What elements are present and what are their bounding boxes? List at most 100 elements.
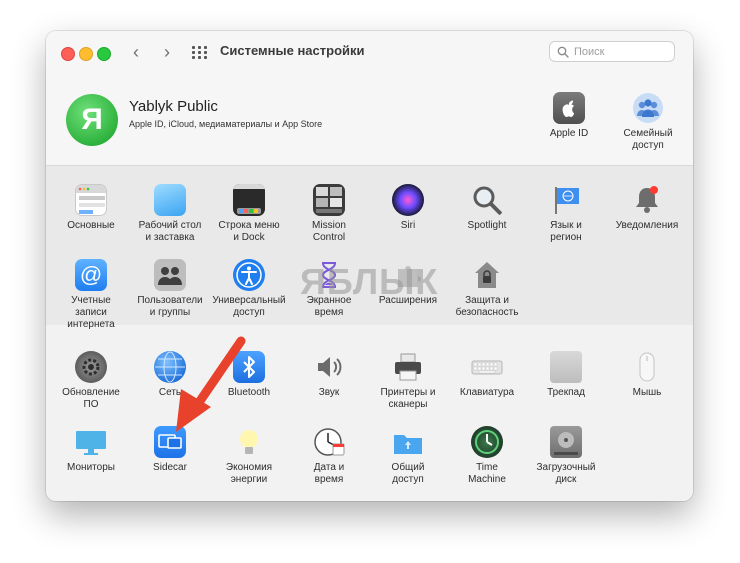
pane-label: Учетные записи интернета bbox=[67, 295, 115, 330]
pane-bluetooth[interactable]: Bluetooth bbox=[209, 351, 289, 399]
pane-mission-control[interactable]: Mission Control bbox=[289, 184, 369, 244]
pane-label: Мониторы bbox=[67, 462, 115, 473]
accessibility-icon bbox=[233, 259, 265, 291]
pane-label: Клавиатура bbox=[459, 387, 515, 398]
apple-id-icon bbox=[553, 92, 585, 124]
watermark: ЯБЛЫК bbox=[300, 261, 439, 302]
pane-label: Bluetooth bbox=[227, 387, 271, 398]
pane-label: Трекпад bbox=[547, 387, 585, 398]
printer-icon bbox=[392, 351, 424, 383]
pane-label: Семейный доступ bbox=[623, 128, 673, 151]
users-icon bbox=[154, 259, 186, 291]
titlebar: ‹ › Системные настройки bbox=[46, 31, 693, 73]
pane-label: Mission Control bbox=[312, 220, 346, 243]
window-title: Системные настройки bbox=[220, 43, 365, 58]
internet-accounts-icon: @ bbox=[75, 259, 107, 291]
pane-label: Защита и безопасность bbox=[455, 295, 519, 318]
pane-dock[interactable]: Строка меню и Dock bbox=[209, 184, 289, 244]
general-icon bbox=[75, 184, 107, 216]
dock-icon bbox=[233, 184, 265, 216]
avatar[interactable]: Я bbox=[66, 94, 118, 146]
pane-siri[interactable]: Siri bbox=[368, 184, 448, 232]
pane-label: Общий доступ bbox=[391, 462, 425, 485]
sound-icon bbox=[313, 351, 345, 383]
account-name: Yablyk Public bbox=[129, 98, 218, 115]
pane-general[interactable]: Основные bbox=[51, 184, 131, 232]
pane-users[interactable]: Пользователи и группы bbox=[130, 259, 210, 319]
pane-desktop[interactable]: Рабочий стол и заставка bbox=[130, 184, 210, 244]
pane-label: Spotlight bbox=[467, 220, 507, 231]
pane-notifications[interactable]: Уведомления bbox=[607, 184, 687, 232]
trackpad-icon bbox=[550, 351, 582, 383]
forward-button[interactable]: › bbox=[158, 43, 176, 61]
pane-spotlight[interactable]: Spotlight bbox=[447, 184, 527, 232]
pane-label: Мышь bbox=[632, 387, 662, 398]
pane-security[interactable]: Защита и безопасность bbox=[447, 259, 527, 319]
search-field[interactable] bbox=[549, 41, 675, 62]
sidecar-icon bbox=[154, 426, 186, 458]
pane-label: Экономия энергии bbox=[225, 462, 273, 485]
pane-label: Siri bbox=[400, 220, 416, 231]
pane-label: Sidecar bbox=[153, 462, 187, 473]
sharing-icon bbox=[392, 426, 424, 458]
pane-label: Time Machine bbox=[468, 462, 506, 485]
pane-sidecar[interactable]: Sidecar bbox=[130, 426, 210, 474]
pane-label: Apple ID bbox=[549, 128, 589, 139]
siri-icon bbox=[392, 184, 424, 216]
time-machine-icon bbox=[471, 426, 503, 458]
bluetooth-icon bbox=[233, 351, 265, 383]
pane-network[interactable]: Сеть bbox=[130, 351, 210, 399]
pane-mouse[interactable]: Мышь bbox=[607, 351, 687, 399]
pane-label: Сеть bbox=[158, 387, 182, 398]
minimize-button[interactable] bbox=[79, 47, 93, 61]
pane-family-sharing[interactable]: Семейный доступ bbox=[608, 92, 688, 152]
search-input[interactable] bbox=[574, 44, 669, 59]
pane-keyboard[interactable]: Клавиатура bbox=[447, 351, 527, 399]
notifications-icon bbox=[631, 184, 663, 216]
pane-software-update[interactable]: Обновление ПО bbox=[51, 351, 131, 411]
energy-icon bbox=[233, 426, 265, 458]
pane-label: Дата и время bbox=[313, 462, 345, 485]
network-icon bbox=[154, 351, 186, 383]
pane-printers[interactable]: Принтеры и сканеры bbox=[368, 351, 448, 411]
close-button[interactable] bbox=[61, 47, 75, 61]
pane-sound[interactable]: Звук bbox=[289, 351, 369, 399]
pane-displays[interactable]: Мониторы bbox=[51, 426, 131, 474]
pane-label: Пользователи и группы bbox=[137, 295, 203, 318]
security-icon bbox=[471, 259, 503, 291]
mouse-icon bbox=[631, 351, 663, 383]
pane-startup-disk[interactable]: Загрузочный диск bbox=[526, 426, 606, 486]
account-section: Я Yablyk Public Apple ID, iCloud, медиам… bbox=[46, 73, 693, 165]
displays-icon bbox=[75, 426, 107, 458]
search-icon bbox=[557, 46, 569, 58]
pane-accessibility[interactable]: Универсальный доступ bbox=[209, 259, 289, 319]
pane-label: Рабочий стол и заставка bbox=[138, 220, 202, 243]
account-subtitle: Apple ID, iCloud, медиаматериалы и App S… bbox=[129, 119, 323, 129]
maximize-button[interactable] bbox=[97, 47, 111, 61]
show-all-grid-icon[interactable] bbox=[192, 46, 207, 59]
pane-label: Обновление ПО bbox=[62, 387, 120, 410]
spotlight-icon bbox=[471, 184, 503, 216]
pane-trackpad[interactable]: Трекпад bbox=[526, 351, 606, 399]
pane-label: Звук bbox=[318, 387, 340, 398]
software-update-icon bbox=[75, 351, 107, 383]
pane-sharing[interactable]: Общий доступ bbox=[368, 426, 448, 486]
pane-time-machine[interactable]: Time Machine bbox=[447, 426, 527, 486]
desktop-icon bbox=[154, 184, 186, 216]
pane-label: Принтеры и сканеры bbox=[380, 387, 436, 410]
pane-apple-id[interactable]: Apple ID bbox=[529, 92, 609, 140]
pane-label: Язык и регион bbox=[550, 220, 582, 243]
pane-energy[interactable]: Экономия энергии bbox=[209, 426, 289, 486]
family-sharing-icon bbox=[632, 92, 664, 124]
back-button[interactable]: ‹ bbox=[127, 43, 145, 61]
pane-internet-accounts[interactable]: @ Учетные записи интернета bbox=[51, 259, 131, 331]
startup-disk-icon bbox=[550, 426, 582, 458]
pane-label: Строка меню и Dock bbox=[218, 220, 280, 243]
pane-label: Универсальный доступ bbox=[212, 295, 286, 318]
pane-language[interactable]: Язык и регион bbox=[526, 184, 606, 244]
date-time-icon bbox=[313, 426, 345, 458]
keyboard-icon bbox=[471, 351, 503, 383]
pane-date-time[interactable]: Дата и время bbox=[289, 426, 369, 486]
pane-label: Загрузочный диск bbox=[536, 462, 596, 485]
language-icon bbox=[550, 184, 582, 216]
